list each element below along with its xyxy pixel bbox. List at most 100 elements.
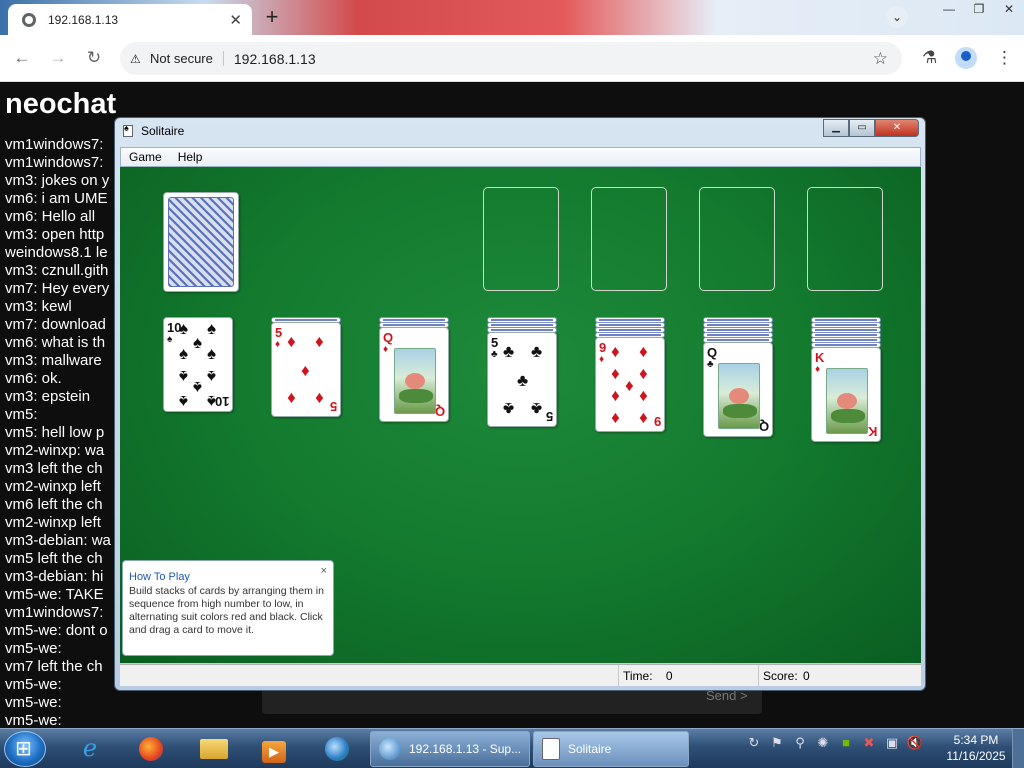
- solitaire-statusbar: Time: 0 Score: 0: [120, 664, 921, 687]
- reload-button[interactable]: ↻: [83, 47, 105, 69]
- security-label[interactable]: Not secure: [150, 51, 224, 66]
- gear-icon[interactable]: ✺: [814, 735, 832, 751]
- screen: 192.168.1.13 ✕ + ⌄ — ❐ ✕ ← → ↻ ⚠ Not sec…: [0, 0, 1024, 768]
- tab-search-button[interactable]: ⌄: [886, 6, 908, 28]
- card-rank: 5: [329, 399, 337, 414]
- chat-message: vm3: open http: [5, 226, 105, 243]
- display-icon[interactable]: ▣: [883, 735, 901, 751]
- start-button[interactable]: [4, 731, 46, 767]
- card-pip: ♦: [611, 408, 620, 428]
- tab-close-icon[interactable]: ✕: [229, 11, 242, 29]
- foundation-slot[interactable]: [699, 187, 775, 291]
- card-rank: 5: [491, 335, 499, 350]
- card-pip: ♦: [287, 332, 296, 351]
- solitaire-task-icon: [542, 738, 560, 760]
- card-rank: 10: [214, 394, 229, 409]
- card-pip: ♦: [639, 342, 648, 362]
- forward-button[interactable]: →: [47, 47, 69, 69]
- tableau-card[interactable]: 5 ♣ 5 ♣ ♣ ♣ ♣ ♣: [487, 332, 557, 427]
- stock-pile[interactable]: [163, 192, 239, 292]
- chat-message: vm5:: [5, 406, 38, 423]
- back-button[interactable]: ←: [11, 47, 33, 69]
- file-explorer-icon[interactable]: [190, 732, 238, 766]
- browser-tab[interactable]: 192.168.1.13 ✕: [8, 4, 252, 35]
- card-rank: 9: [599, 340, 607, 355]
- url-text[interactable]: 192.168.1.13: [234, 51, 316, 67]
- card-pip: ♦: [315, 389, 324, 408]
- chat-message: vm1windows7:: [5, 136, 104, 153]
- firefox-icon[interactable]: [127, 732, 175, 766]
- close-window-button[interactable]: ✕: [994, 0, 1024, 20]
- time-label: Time:: [623, 669, 653, 683]
- media-player-icon[interactable]: ▶: [250, 732, 298, 766]
- chat-message: vm3: mallware: [5, 352, 102, 369]
- game-board: 10 ♠ 10 ♠ ♠ ♠ ♠ ♠ ♠ ♠ ♠ ♠ ♠ 5 ♦ 5 ♦ ♦ ♦ ♦ ♦ Q ♦ Q 5 ♣ 5 ♣ ♣ ♣ ♣ ♣ 9 ♦ 9 ♦ ♦ ♦…: [120, 167, 921, 663]
- card-pip: ♠: [179, 366, 189, 386]
- volume-muted-icon[interactable]: 🔇: [906, 735, 924, 751]
- how-to-play-tip: × How To Play Build stacks of cards by a…: [122, 560, 334, 656]
- tableau-card[interactable]: K ♦ K: [811, 347, 881, 442]
- sync-icon[interactable]: ↻: [745, 735, 763, 751]
- taskbar-task-solitaire[interactable]: Solitaire: [533, 731, 689, 767]
- taskbar-task-browser[interactable]: 192.168.1.13 - Sup...: [370, 731, 530, 767]
- labs-flask-icon[interactable]: ⚗: [922, 48, 937, 68]
- profile-avatar-icon[interactable]: [955, 47, 977, 69]
- card-suit: ♣: [491, 349, 498, 360]
- system-clock[interactable]: 5:34 PM 11/16/2025: [938, 732, 1014, 764]
- foundation-slot[interactable]: [807, 187, 883, 291]
- chat-message: vm6: Hello all: [5, 208, 96, 225]
- flag-icon[interactable]: ✖: [860, 735, 878, 751]
- browser-tab-bar: 192.168.1.13 ✕ + ⌄ — ❐ ✕: [0, 0, 1024, 35]
- clock-date: 11/16/2025: [946, 749, 1006, 763]
- chat-message: vm6: ok.: [5, 370, 62, 387]
- new-tab-button[interactable]: +: [260, 6, 284, 30]
- card-pip: ♦: [611, 364, 620, 384]
- card-pip: ♦: [611, 386, 620, 406]
- menu-game[interactable]: Game: [121, 150, 170, 164]
- card-pip: ♠: [179, 344, 189, 364]
- card-rank: Q: [758, 419, 769, 434]
- address-bar[interactable]: ⚠ Not secure 192.168.1.13 ☆: [120, 42, 902, 75]
- tableau-card[interactable]: 10 ♠ 10 ♠ ♠ ♠ ♠ ♠ ♠ ♠ ♠ ♠ ♠: [163, 317, 233, 412]
- taskbar: ℯ ▶ 192.168.1.13 - Sup... Solitaire ↻ ⚑ …: [0, 728, 1024, 768]
- face-card-artwork: [718, 363, 760, 429]
- globe-icon: [22, 12, 36, 27]
- card-pip: ♦: [625, 375, 634, 395]
- search-icon[interactable]: ⚲: [791, 735, 809, 751]
- foundation-slot[interactable]: [483, 187, 559, 291]
- card-suit: ♠: [167, 334, 173, 345]
- browser-menu-icon[interactable]: ⋮: [996, 48, 1013, 68]
- restore-button[interactable]: ❐: [964, 0, 994, 20]
- menu-help[interactable]: Help: [170, 150, 211, 164]
- page-title: neochat: [5, 88, 117, 120]
- minimize-button[interactable]: —: [934, 0, 964, 20]
- browser-toolbar: ← → ↻ ⚠ Not secure 192.168.1.13 ☆ ⚗ ⋮: [0, 35, 1024, 82]
- network-globe-icon[interactable]: [313, 732, 361, 766]
- tableau-card[interactable]: Q ♣ Q: [703, 342, 773, 437]
- card-suit: ♦: [275, 339, 281, 350]
- tableau-card[interactable]: Q ♦ Q: [379, 327, 449, 422]
- close-button[interactable]: ✕: [875, 119, 919, 137]
- bookmark-star-icon[interactable]: ☆: [873, 49, 888, 69]
- tableau-card[interactable]: 5 ♦ 5 ♦ ♦ ♦ ♦ ♦: [271, 322, 341, 417]
- tip-close-icon[interactable]: ×: [321, 565, 327, 577]
- face-card-artwork: [826, 368, 868, 434]
- minimize-button[interactable]: ▁: [823, 119, 849, 137]
- warning-icon[interactable]: ⚠: [130, 52, 144, 66]
- foundation-slot[interactable]: [591, 187, 667, 291]
- task-label: 192.168.1.13 - Sup...: [409, 742, 522, 756]
- network-icon[interactable]: ⚑: [768, 735, 786, 751]
- nvidia-icon[interactable]: ■: [837, 735, 855, 751]
- card-pip: ♦: [287, 389, 296, 408]
- card-pip: ♣: [531, 399, 543, 418]
- tableau-card[interactable]: 9 ♦ 9 ♦ ♦ ♦ ♦ ♦ ♦ ♦ ♦ ♦: [595, 337, 665, 432]
- chat-message: vm5-we: dont o: [5, 622, 108, 639]
- solitaire-titlebar[interactable]: Solitaire ▁ ▭ ✕: [115, 118, 925, 144]
- show-desktop-button[interactable]: [1012, 729, 1024, 768]
- chat-message: vm3: cznull.gith: [5, 262, 109, 279]
- card-pip: ♦: [639, 364, 648, 384]
- maximize-button[interactable]: ▭: [849, 119, 875, 137]
- internet-explorer-icon[interactable]: ℯ: [66, 732, 114, 766]
- score-value: 0: [803, 669, 810, 683]
- chat-message: vm2-winxp left: [5, 478, 101, 495]
